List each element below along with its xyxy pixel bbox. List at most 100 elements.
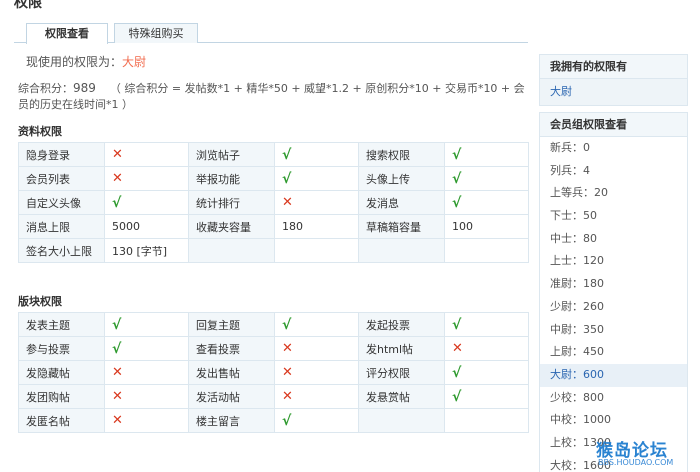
group-item[interactable]: 上等兵：20: [540, 182, 687, 205]
permission-value: ✕: [104, 142, 189, 167]
check-icon: √: [282, 146, 292, 163]
check-icon: √: [282, 316, 292, 333]
permission-value: [444, 408, 529, 433]
current-permission-label: 现使用的权限为：: [26, 55, 123, 69]
permission-value: √: [104, 190, 189, 215]
permission-label: 参与投票: [18, 336, 105, 361]
check-icon: √: [452, 146, 462, 163]
current-permission: 现使用的权限为：大尉: [26, 53, 146, 70]
cross-icon: ✕: [112, 365, 123, 380]
permission-value: [274, 238, 359, 263]
tab-special-group-purchase[interactable]: 特殊组购买: [114, 23, 198, 43]
permission-value: √: [274, 166, 359, 191]
owned-permissions-title: 我拥有的权限有: [540, 55, 687, 79]
permission-value: √: [444, 384, 529, 409]
group-item[interactable]: 上尉：450: [540, 341, 687, 364]
permission-label: 浏览帖子: [188, 142, 275, 167]
permission-label: 楼主留言: [188, 408, 275, 433]
group-permissions-title: 会员组权限查看: [540, 113, 687, 137]
permission-value: ✕: [104, 166, 189, 191]
credits-label: 综合积分：: [18, 82, 73, 95]
permission-label: 搜索权限: [358, 142, 445, 167]
group-item[interactable]: 中士：80: [540, 228, 687, 251]
check-icon: √: [452, 388, 462, 405]
group-item[interactable]: 新兵：0: [540, 137, 687, 160]
profile-permission-table: 隐身登录 ✕ 浏览帖子 √ 搜索权限 √ 会员列表 ✕ 举报功能 √ 头像上传 √ 自定义头像 √ 统计排行…: [18, 142, 529, 263]
group-item[interactable]: 上士：120: [540, 250, 687, 273]
permission-row: 会员列表 ✕ 举报功能 √ 头像上传 √: [18, 166, 529, 191]
permission-value: 180: [274, 214, 359, 239]
permission-value: √: [274, 312, 359, 337]
permission-label: 回复主题: [188, 312, 275, 337]
credits-value: 989: [73, 81, 96, 95]
permission-value: √: [274, 408, 359, 433]
permission-value: √: [104, 312, 189, 337]
permission-label: 发出售帖: [188, 360, 275, 385]
group-item[interactable]: 下士：50: [540, 205, 687, 228]
group-item[interactable]: 准尉：180: [540, 273, 687, 296]
permission-label: 发活动帖: [188, 384, 275, 409]
permission-row: 签名大小上限 130 [字节]: [18, 238, 529, 263]
section-title-profile: 资料权限: [18, 125, 62, 138]
group-item[interactable]: 中校：1000: [540, 409, 687, 432]
group-list: 新兵：0 列兵：4 上等兵：20 下士：50 中士：80 上士：120 准尉：180 少尉：2…: [540, 137, 687, 472]
check-icon: √: [282, 170, 292, 187]
permission-row: 自定义头像 √ 统计排行 ✕ 发消息 √: [18, 190, 529, 215]
permission-value: √: [104, 336, 189, 361]
owned-permission-link[interactable]: 大尉: [540, 79, 687, 105]
group-item[interactable]: 少尉：260: [540, 296, 687, 319]
group-item[interactable]: 大尉：600: [540, 363, 687, 387]
permission-label: 草稿箱容量: [358, 214, 445, 239]
permission-value: ✕: [104, 360, 189, 385]
permission-value: 130 [字节]: [104, 238, 189, 263]
check-icon: √: [452, 364, 462, 381]
cross-icon: ✕: [452, 341, 463, 356]
permission-value: ✕: [274, 384, 359, 409]
check-icon: √: [452, 316, 462, 333]
cross-icon: ✕: [282, 195, 293, 210]
permission-value: √: [444, 360, 529, 385]
permission-label: 发匿名帖: [18, 408, 105, 433]
permission-label: 查看投票: [188, 336, 275, 361]
permission-value: ✕: [104, 384, 189, 409]
watermark-url: BBS.HOUDAO.COM: [598, 458, 674, 467]
check-icon: √: [112, 316, 122, 333]
permission-label: 发起投票: [358, 312, 445, 337]
permission-value: 5000: [104, 214, 189, 239]
cross-icon: ✕: [112, 147, 123, 162]
permission-row: 发表主题 √ 回复主题 √ 发起投票 √: [18, 312, 529, 337]
permission-row: 发匿名帖 ✕ 楼主留言 √: [18, 408, 529, 433]
check-icon: √: [112, 194, 122, 211]
permission-label: [358, 238, 445, 263]
watermark-logo: 猴岛论坛 BBS.HOUDAO.COM: [596, 436, 696, 472]
page-title: 权限: [14, 0, 42, 11]
cross-icon: ✕: [112, 171, 123, 186]
group-item[interactable]: 中尉：350: [540, 319, 687, 342]
permission-value: ✕: [444, 336, 529, 361]
permission-row: 消息上限 5000 收藏夹容量 180 草稿箱容量 100: [18, 214, 529, 239]
tab-permission-view[interactable]: 权限查看: [26, 23, 108, 44]
permission-value: [444, 238, 529, 263]
permission-label: 统计排行: [188, 190, 275, 215]
check-icon: √: [282, 412, 292, 429]
cross-icon: ✕: [282, 341, 293, 356]
board-permission-table: 发表主题 √ 回复主题 √ 发起投票 √ 参与投票 √ 查看投票 ✕ 发html帖 ✕ 发隐藏帖 ✕ 发出售…: [18, 312, 529, 433]
section-title-board: 版块权限: [18, 295, 62, 308]
permission-value-text: 180: [282, 220, 303, 233]
permission-label: 头像上传: [358, 166, 445, 191]
permission-label: 发团购帖: [18, 384, 105, 409]
group-item[interactable]: 少校：800: [540, 387, 687, 410]
permission-row: 隐身登录 ✕ 浏览帖子 √ 搜索权限 √: [18, 142, 529, 167]
cross-icon: ✕: [282, 365, 293, 380]
cross-icon: ✕: [112, 413, 123, 428]
permission-value: ✕: [274, 190, 359, 215]
permission-label: 会员列表: [18, 166, 105, 191]
owned-permissions-box: 我拥有的权限有 大尉: [539, 54, 688, 106]
permission-label: 发隐藏帖: [18, 360, 105, 385]
credits-info: 综合积分：989 （ 综合积分 = 发帖数*1 + 精华*50 + 威望*1.2 …: [18, 80, 528, 113]
permission-value: ✕: [274, 360, 359, 385]
group-item[interactable]: 列兵：4: [540, 160, 687, 183]
tab-bar: 权限查看 特殊组购买: [14, 21, 528, 44]
permission-label: 发表主题: [18, 312, 105, 337]
permission-value-text: 130 [字节]: [112, 244, 168, 258]
